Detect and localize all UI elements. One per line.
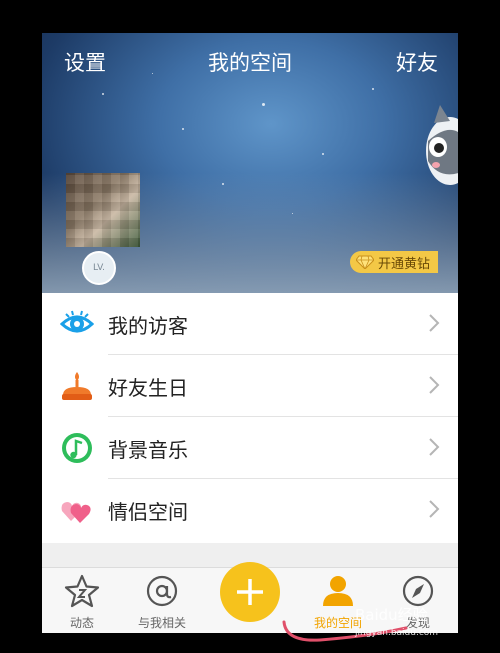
eye-icon <box>60 310 94 333</box>
star-dot <box>262 103 265 106</box>
music-note-icon <box>62 433 92 463</box>
chevron-right-icon <box>429 438 440 456</box>
menu-label: 我的访客 <box>108 313 188 338</box>
watermark-brand: Baidu经验 <box>355 606 428 624</box>
tab-label: 与我相关 <box>137 616 186 630</box>
menu-item-visitors[interactable]: 我的访客 <box>42 293 458 355</box>
level-badge: LV. <box>82 251 116 285</box>
watermark-url: jingyan.baidu.com <box>355 628 439 638</box>
chevron-right-icon <box>429 376 440 394</box>
menu-item-friend-birthdays[interactable]: 好友生日 <box>42 355 458 417</box>
menu-item-couple-space[interactable]: 情侣空间 <box>42 479 458 541</box>
menu-label: 情侣空间 <box>108 499 188 524</box>
plus-icon <box>237 579 263 605</box>
menu-label: 好友生日 <box>108 375 188 400</box>
star-dot <box>372 88 374 90</box>
tab-feed[interactable]: 动态 <box>42 574 122 631</box>
compass-icon <box>402 575 434 607</box>
hearts-icon <box>61 502 91 523</box>
cat-mascot-icon <box>426 105 458 185</box>
open-vip-label: 开通黄钻 <box>377 256 430 272</box>
star-dot <box>222 183 224 185</box>
open-vip-button[interactable]: 开通黄钻 <box>349 251 438 273</box>
person-icon <box>323 576 353 606</box>
birthday-cake-icon <box>62 372 92 400</box>
menu-label: 背景音乐 <box>108 437 188 462</box>
app-screen: 设置 我的空间 好友 LV. 开通黄钻 我的访客 好友生日 背景音乐 情侣空间 … <box>42 33 458 633</box>
star-dot <box>182 128 184 130</box>
menu-list: 我的访客 好友生日 背景音乐 情侣空间 <box>42 293 458 541</box>
profile-header: 设置 我的空间 好友 LV. 开通黄钻 <box>42 33 458 293</box>
star-dot <box>292 213 293 214</box>
star-icon <box>64 574 100 608</box>
diamond-icon <box>355 255 374 269</box>
post-button[interactable] <box>220 562 280 622</box>
avatar[interactable] <box>66 173 140 247</box>
at-icon <box>146 575 178 607</box>
star-dot <box>322 153 324 155</box>
tab-label: 动态 <box>69 616 94 630</box>
star-dot <box>102 93 104 95</box>
friends-button[interactable]: 好友 <box>396 47 438 77</box>
chevron-right-icon <box>429 314 440 332</box>
tab-mentions[interactable]: 与我相关 <box>122 574 202 631</box>
menu-item-background-music[interactable]: 背景音乐 <box>42 417 458 479</box>
chevron-right-icon <box>429 500 440 518</box>
